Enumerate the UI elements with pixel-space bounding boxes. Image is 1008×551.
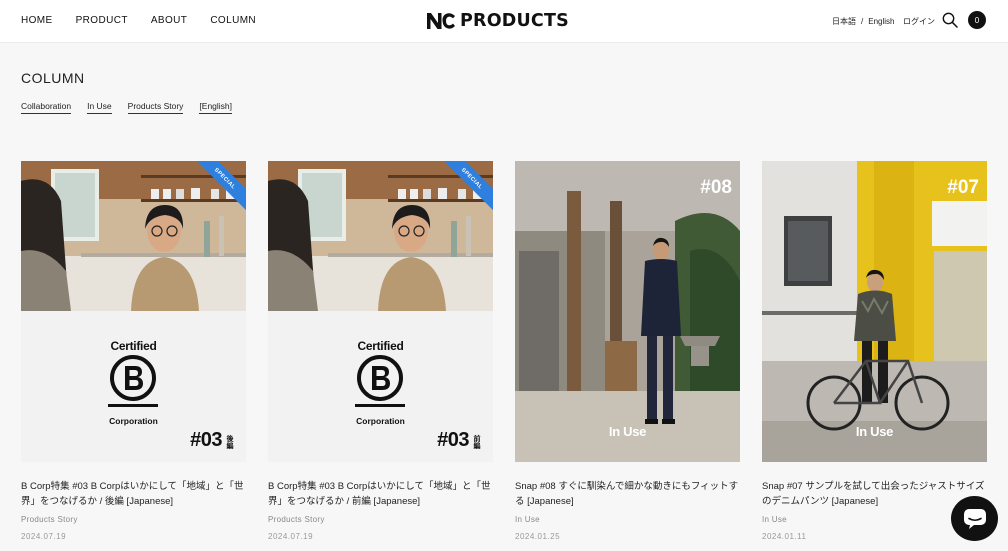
category-in-use-link[interactable]: In Use bbox=[87, 101, 112, 114]
episode-number: #08 bbox=[700, 177, 732, 198]
nav-home-link[interactable]: HOME bbox=[21, 15, 53, 26]
card-date: 2024.01.25 bbox=[515, 532, 561, 541]
certified-label: Certified bbox=[110, 339, 157, 353]
episode-number: #07 bbox=[947, 177, 979, 198]
issue-part: 後編 bbox=[226, 435, 233, 449]
in-use-overlay: In Use bbox=[608, 424, 647, 439]
corporation-label: Corporation bbox=[109, 416, 158, 426]
card-category: Products Story bbox=[21, 515, 78, 524]
cart-button[interactable]: 0 bbox=[968, 11, 986, 29]
page-title: COLUMN bbox=[21, 70, 85, 86]
card-date: 2024.07.19 bbox=[268, 532, 314, 541]
login-link[interactable]: ログイン bbox=[903, 16, 935, 27]
card-thumbnail[interactable]: #08 In Use bbox=[515, 161, 740, 462]
bcorp-logo-icon bbox=[355, 355, 405, 407]
category-products-story-link[interactable]: Products Story bbox=[127, 101, 184, 114]
nav-column-link[interactable]: COLUMN bbox=[210, 15, 256, 26]
in-use-overlay: In Use bbox=[855, 424, 894, 439]
column-card[interactable]: #07 In Use Snap #07 サンプルを試して出会ったジャストサイズの… bbox=[762, 161, 987, 541]
lang-ja-link[interactable]: 日本語 bbox=[832, 17, 856, 26]
issue-mark: #03 後編 bbox=[190, 429, 234, 452]
bcorp-panel: Certified Corporation #03 後編 bbox=[21, 311, 246, 462]
snap-photo bbox=[762, 161, 987, 462]
column-card[interactable]: #08 In Use Snap #08 すぐに馴染んで細かな動きにもフィットする… bbox=[515, 161, 740, 541]
corporation-label: Corporation bbox=[356, 416, 405, 426]
issue-mark: #03 前編 bbox=[437, 429, 481, 452]
card-category: In Use bbox=[515, 515, 540, 524]
chat-bubble-icon bbox=[963, 508, 986, 529]
site-logo[interactable]: PRODUCTS bbox=[426, 10, 569, 32]
column-card[interactable]: SPECIAL Certified Corporation #03 前編 B C… bbox=[268, 161, 493, 541]
nav-product-link[interactable]: PRODUCT bbox=[76, 15, 128, 26]
card-title[interactable]: Snap #07 サンプルを試して出会ったジャストサイズのデニムパンツ [Jap… bbox=[762, 479, 987, 509]
card-thumbnail[interactable]: SPECIAL Certified Corporation #03 前編 bbox=[268, 161, 493, 462]
interview-photo bbox=[21, 161, 246, 311]
card-thumbnail[interactable]: #07 In Use bbox=[762, 161, 987, 462]
card-title[interactable]: B Corp特集 #03 B Corpはいかにして「地域」と「世界」をつなげるか… bbox=[21, 479, 246, 509]
bcorp-logo-icon bbox=[108, 355, 158, 407]
category-collaboration-link[interactable]: Collaboration bbox=[21, 101, 72, 114]
search-icon[interactable] bbox=[942, 12, 958, 28]
certified-label: Certified bbox=[357, 339, 404, 353]
nc-logo-mark-icon bbox=[427, 13, 455, 29]
card-title[interactable]: B Corp特集 #03 B Corpはいかにして「地域」と「世界」をつなげるか… bbox=[268, 479, 493, 509]
chat-button[interactable] bbox=[951, 496, 998, 541]
main-nav: HOME PRODUCT ABOUT COLUMN bbox=[21, 15, 279, 26]
card-date: 2024.01.11 bbox=[762, 532, 807, 541]
column-card[interactable]: SPECIAL Certified Corporation #03 後編 B C… bbox=[21, 161, 246, 541]
card-category: Products Story bbox=[268, 515, 325, 524]
site-header: HOME PRODUCT ABOUT COLUMN PRODUCTS 日本語 / E… bbox=[0, 0, 1008, 43]
lang-separator: / bbox=[861, 17, 864, 26]
category-filter: Collaboration In Use Products Story [Eng… bbox=[21, 101, 248, 114]
issue-number: #03 bbox=[437, 429, 469, 451]
card-title[interactable]: Snap #08 すぐに馴染んで細かな動きにもフィットする [Japanese] bbox=[515, 479, 740, 509]
cart-count: 0 bbox=[974, 15, 980, 25]
bcorp-panel: Certified Corporation #03 前編 bbox=[268, 311, 493, 462]
language-switcher: 日本語 / English bbox=[832, 16, 894, 27]
snap-photo bbox=[515, 161, 740, 462]
logo-text: PRODUCTS bbox=[460, 11, 569, 31]
lang-en-link[interactable]: English bbox=[868, 17, 894, 26]
category-english-link[interactable]: [English] bbox=[199, 101, 233, 114]
card-thumbnail[interactable]: SPECIAL Certified Corporation #03 後編 bbox=[21, 161, 246, 462]
interview-photo bbox=[268, 161, 493, 311]
issue-part: 前編 bbox=[473, 435, 480, 449]
nav-about-link[interactable]: ABOUT bbox=[151, 15, 187, 26]
issue-number: #03 bbox=[190, 429, 222, 451]
card-date: 2024.07.19 bbox=[21, 532, 67, 541]
